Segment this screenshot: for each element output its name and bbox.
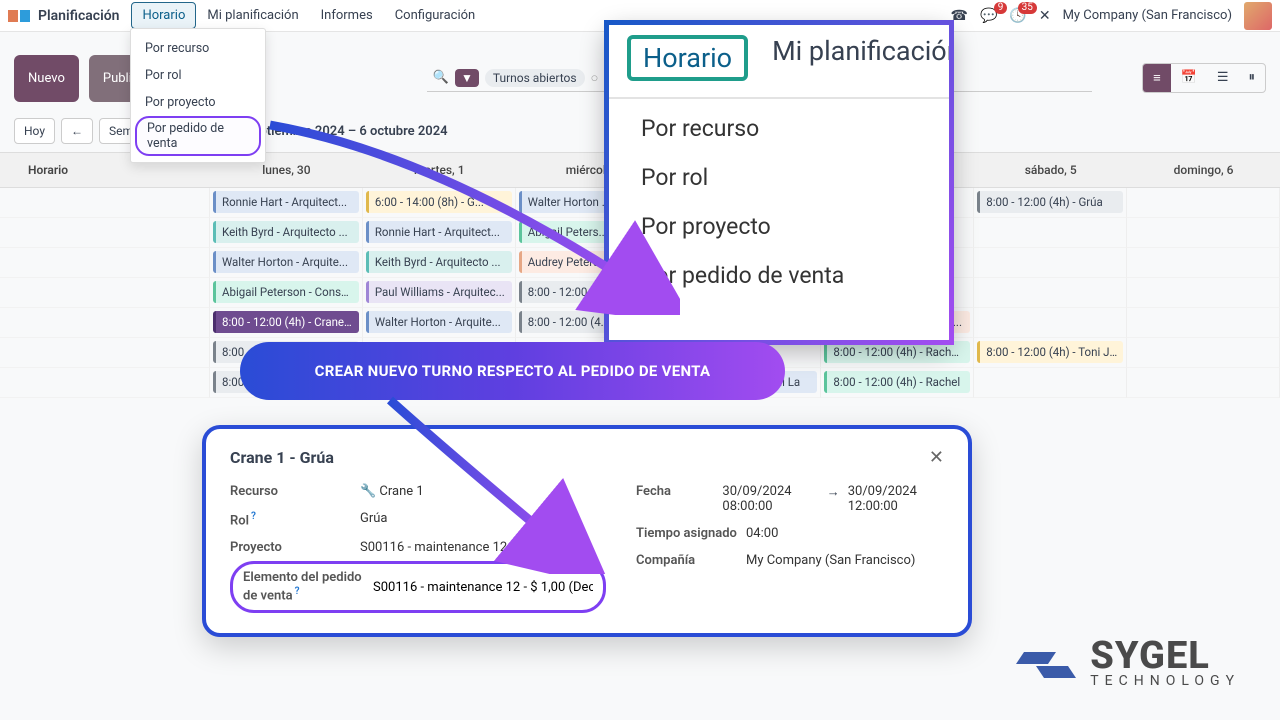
prev-button[interactable]: ← bbox=[61, 118, 93, 144]
filter-icon[interactable]: ▼ bbox=[455, 69, 479, 87]
brand-name: SYGEL bbox=[1090, 639, 1240, 673]
new-button[interactable]: Nuevo bbox=[14, 55, 79, 102]
day-header: sábado, 5 bbox=[974, 153, 1127, 187]
mag-item-recurso: Por recurso bbox=[641, 115, 917, 142]
systray: ☎ 💬9 🕓35 ✕ My Company (San Francisco) bbox=[951, 2, 1272, 30]
view-kanban[interactable]: ⏸ bbox=[1239, 64, 1266, 92]
today-button[interactable]: Hoy bbox=[14, 118, 55, 144]
menu-horario[interactable]: Horario bbox=[131, 2, 196, 29]
arrow-icon: → bbox=[827, 484, 840, 500]
company-label: Compañía bbox=[636, 553, 746, 568]
horario-dropdown: Por recurso Por rol Por proyecto Por ped… bbox=[130, 28, 266, 163]
search-icon: 🔍 bbox=[433, 70, 449, 85]
day-header: domingo, 6 bbox=[1127, 153, 1280, 187]
card-title: Crane 1 - Grúa bbox=[230, 448, 334, 467]
so-input[interactable] bbox=[373, 580, 593, 595]
annotation-banner: CREAR NUEVO TURNO RESPECTO AL PEDIDO DE … bbox=[240, 342, 785, 400]
dropdown-item-pedido-venta[interactable]: Por pedido de venta bbox=[135, 116, 261, 156]
so-label: Elemento del pedido de venta bbox=[243, 570, 362, 603]
module-name: Planificación bbox=[38, 8, 119, 24]
phone-icon[interactable]: ☎ bbox=[951, 8, 968, 24]
activity-icon[interactable]: 🕓35 bbox=[1009, 8, 1026, 24]
main-menu: Horario Mi planificación Informes Config… bbox=[131, 2, 486, 29]
project-label: Proyecto bbox=[230, 540, 360, 555]
shift-slot[interactable]: 8:00 - 12:00 (4h) - Rachel bbox=[824, 371, 970, 393]
alloc-value: 04:00 bbox=[746, 526, 778, 541]
chat-icon[interactable]: 💬9 bbox=[980, 8, 997, 24]
view-switcher: ≡ 📅 ☰ ⏸ bbox=[1142, 63, 1266, 93]
role-label: Rol bbox=[230, 513, 249, 528]
dropdown-item-rol[interactable]: Por rol bbox=[131, 62, 265, 89]
annotation-arrow-1 bbox=[260, 115, 680, 315]
date-label: Fecha bbox=[636, 484, 722, 499]
mag-tab-miplan: Mi planificación bbox=[772, 35, 954, 81]
brand-sub: TECHNOLOGY bbox=[1090, 673, 1240, 689]
shift-slot[interactable]: 8:00 - 12:00 (4h) - Toni Ji... bbox=[977, 341, 1123, 363]
alloc-label: Tiempo asignado bbox=[636, 526, 746, 541]
debug-icon[interactable]: ✕ bbox=[1039, 8, 1051, 24]
company-switcher[interactable]: My Company (San Francisco) bbox=[1063, 8, 1232, 23]
view-list[interactable]: ☰ bbox=[1207, 64, 1239, 92]
brand-mark-icon bbox=[1016, 634, 1076, 694]
menu-mi-planificacion[interactable]: Mi planificación bbox=[196, 2, 309, 29]
shift-slot[interactable]: 8:00 - 12:00 (4h) - Grúa bbox=[977, 191, 1123, 213]
date-from: 30/09/2024 08:00:00 bbox=[722, 484, 818, 514]
menu-configuracion[interactable]: Configuración bbox=[384, 2, 487, 29]
watermark-brand: SYGEL TECHNOLOGY bbox=[1016, 634, 1240, 694]
dropdown-item-recurso[interactable]: Por recurso bbox=[131, 35, 265, 62]
company-value: My Company (San Francisco) bbox=[746, 553, 915, 568]
view-calendar[interactable]: 📅 bbox=[1171, 64, 1207, 92]
app-logo bbox=[8, 8, 32, 24]
annotation-arrow-2 bbox=[370, 394, 610, 574]
user-avatar[interactable] bbox=[1244, 2, 1272, 30]
mag-item-rol: Por rol bbox=[641, 164, 917, 191]
resource-label: Recurso bbox=[230, 484, 360, 499]
date-to: 30/09/2024 12:00:00 bbox=[848, 484, 944, 514]
mag-item-pedido: Por pedido de venta bbox=[641, 262, 917, 289]
mag-tab-horario: Horario bbox=[627, 35, 748, 81]
mag-item-proyecto: Por proyecto bbox=[641, 213, 917, 240]
menu-informes[interactable]: Informes bbox=[310, 2, 384, 29]
view-gantt[interactable]: ≡ bbox=[1143, 64, 1171, 92]
filter-chip-1[interactable]: Turnos abiertos bbox=[485, 69, 585, 87]
close-icon[interactable]: ✕ bbox=[929, 447, 944, 468]
dropdown-item-proyecto[interactable]: Por proyecto bbox=[131, 89, 265, 116]
